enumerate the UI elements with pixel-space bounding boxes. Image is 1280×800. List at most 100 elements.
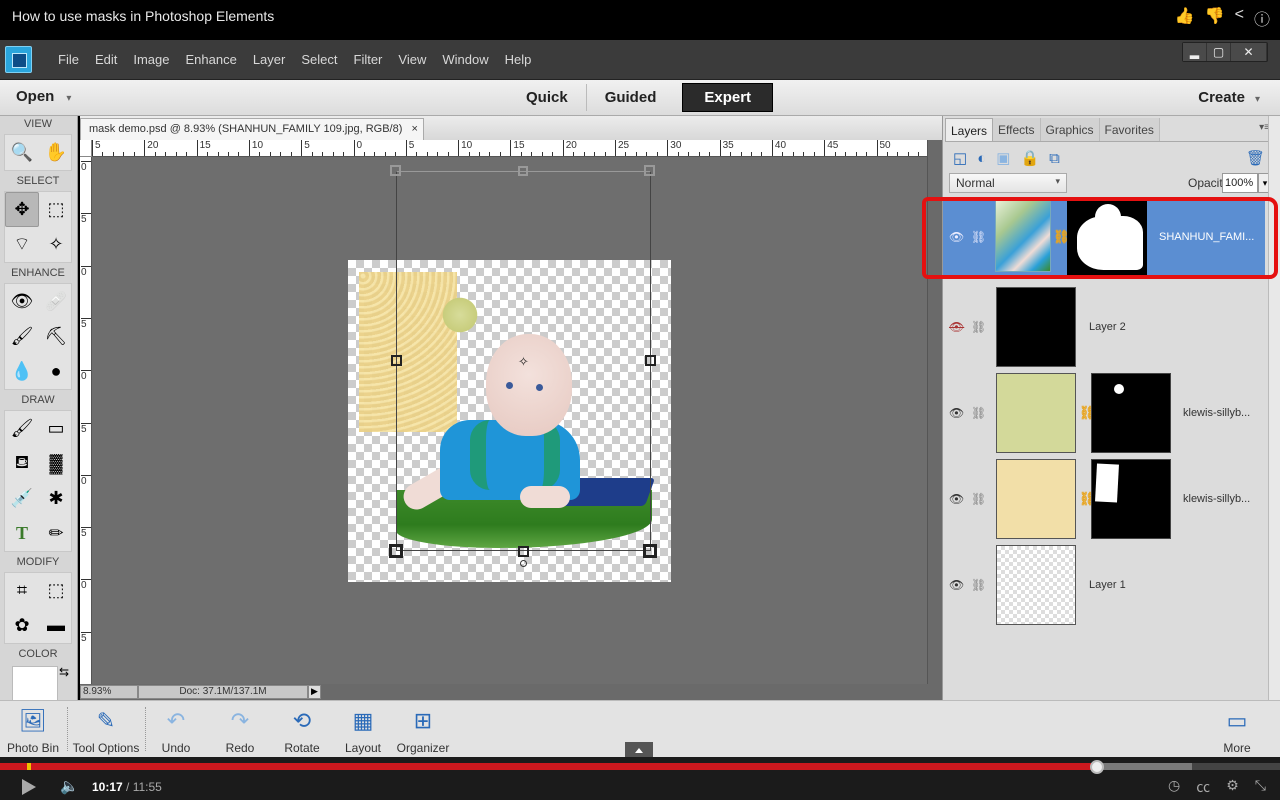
visibility-eye-icon[interactable]: 👁 — [949, 492, 964, 506]
quick-selection-tool-icon[interactable]: ✧ — [39, 227, 73, 262]
layer-mask-thumbnail[interactable] — [1091, 373, 1171, 453]
delete-layer-icon[interactable]: 🗑 — [1246, 149, 1265, 167]
menu-image[interactable]: Image — [125, 52, 177, 67]
menu-file[interactable]: File — [50, 52, 87, 67]
photo-bin-button[interactable]: 🖼 Photo Bin — [4, 707, 62, 755]
like-icon[interactable]: 👍 — [1175, 6, 1195, 30]
pencil-tool-icon[interactable]: ✏ — [39, 516, 73, 551]
adjustment-layer-icon[interactable]: ◐ — [977, 150, 986, 167]
marquee-tool-icon[interactable]: ⬚ — [39, 192, 73, 227]
add-mask-icon[interactable]: ▣ — [996, 149, 1010, 167]
mode-quick[interactable]: Quick — [508, 84, 586, 111]
tool-options-button[interactable]: ✎ Tool Options — [70, 707, 142, 755]
hand-tool-icon[interactable]: ✋ — [39, 135, 73, 170]
type-tool-icon[interactable]: T — [5, 516, 39, 551]
layer-row[interactable]: 👁 ⛓ ⛓ klewis-sillyb... — [943, 456, 1265, 542]
maximize-button[interactable]: ▢ — [1207, 43, 1231, 61]
transform-handle[interactable] — [645, 355, 656, 366]
clone-stamp-icon[interactable]: ⛏ — [39, 319, 73, 354]
info-icon[interactable]: ⓘ — [1254, 6, 1270, 30]
create-button[interactable]: Create ▾ — [1198, 89, 1260, 106]
transform-handle[interactable] — [518, 546, 529, 557]
paint-bucket-icon[interactable]: ⛾ — [5, 446, 39, 481]
document-tab[interactable]: mask demo.psd @ 8.93% (SHANHUN_FAMILY 10… — [80, 118, 424, 140]
layer-row[interactable]: 👁 ⛓ Layer 2 — [943, 284, 1265, 370]
lock-all-icon[interactable]: 🔒 — [1020, 149, 1039, 167]
transform-handle[interactable] — [643, 544, 657, 558]
move-tool-icon[interactable]: ✥ — [5, 192, 39, 227]
color-swatch[interactable]: ⇆ — [12, 665, 69, 702]
eraser-tool-icon[interactable]: ▭ — [39, 411, 73, 446]
menu-layer[interactable]: Layer — [245, 52, 294, 67]
link-layer-icon[interactable]: ⛓ — [971, 492, 986, 506]
menu-help[interactable]: Help — [497, 52, 540, 67]
smart-brush-icon[interactable]: 🖌 — [5, 319, 39, 354]
reference-point-icon[interactable]: ✧ — [518, 354, 529, 370]
volume-icon[interactable]: 🔈 — [60, 777, 79, 795]
tab-graphics[interactable]: Graphics — [1040, 118, 1100, 141]
minimize-button[interactable]: ▂ — [1183, 43, 1207, 61]
gradient-tool-icon[interactable]: ▓ — [39, 446, 73, 481]
blur-tool-icon[interactable]: 💧 — [5, 354, 39, 389]
settings-gear-icon[interactable]: ⚙ — [1226, 777, 1239, 797]
layout-button[interactable]: ▦ Layout — [342, 707, 384, 755]
captions-icon[interactable]: ㏄ — [1196, 777, 1210, 797]
straighten-tool-icon[interactable]: ▬ — [39, 608, 73, 643]
organizer-button[interactable]: ⊞ Organizer — [396, 707, 450, 755]
rotate-handle-icon[interactable] — [520, 560, 527, 567]
menu-enhance[interactable]: Enhance — [178, 52, 245, 67]
transform-handle[interactable] — [389, 544, 403, 558]
custom-shape-icon[interactable]: ✱ — [39, 481, 73, 516]
tab-effects[interactable]: Effects — [993, 118, 1041, 141]
lock-transparency-icon[interactable]: ⧉ — [1049, 150, 1060, 167]
menu-filter[interactable]: Filter — [346, 52, 391, 67]
eyedropper-icon[interactable]: 💉 — [5, 481, 39, 516]
menu-view[interactable]: View — [390, 52, 434, 67]
layer-row[interactable]: 👁 ⛓ ⛓ klewis-sillyb... — [943, 370, 1265, 456]
tab-favorites[interactable]: Favorites — [1099, 118, 1160, 141]
new-layer-icon[interactable]: ◱ — [953, 149, 967, 167]
brush-tool-icon[interactable]: 🖌 — [5, 411, 39, 446]
tab-layers[interactable]: Layers — [945, 118, 994, 141]
zoom-level-field[interactable]: 8.93% — [80, 685, 138, 699]
menu-window[interactable]: Window — [434, 52, 496, 67]
sponge-tool-icon[interactable]: ● — [39, 354, 73, 389]
play-icon[interactable] — [22, 779, 36, 795]
mode-expert[interactable]: Expert — [682, 83, 774, 112]
transform-handle[interactable] — [390, 165, 401, 176]
blend-mode-select[interactable]: Normal ▾ — [949, 173, 1067, 193]
link-layer-icon[interactable]: ⛓ — [971, 320, 986, 334]
watch-later-icon[interactable]: ◷ — [1168, 777, 1180, 797]
lasso-tool-icon[interactable]: ⌔ — [5, 227, 39, 262]
opacity-input[interactable]: 100% — [1222, 173, 1258, 193]
cookie-cutter-icon[interactable]: ✿ — [5, 608, 39, 643]
redo-button[interactable]: ↷ Redo — [220, 707, 260, 755]
menu-edit[interactable]: Edit — [87, 52, 125, 67]
transform-handle[interactable] — [644, 165, 655, 176]
link-layer-icon[interactable]: ⛓ — [971, 578, 986, 592]
scrubber-handle[interactable] — [1089, 760, 1104, 774]
red-eye-tool-icon[interactable]: 👁 — [5, 284, 39, 319]
visibility-eye-icon[interactable]: 👁 — [949, 578, 964, 592]
close-tab-icon[interactable]: × — [411, 123, 417, 135]
expand-bin-button[interactable] — [625, 742, 653, 757]
layer-row[interactable]: 👁 ⛓ Layer 1 — [943, 542, 1265, 628]
menu-select[interactable]: Select — [293, 52, 345, 67]
recompose-tool-icon[interactable]: ⬚ — [39, 573, 73, 608]
exit-fullscreen-icon[interactable]: ⤡ — [1255, 777, 1266, 797]
status-menu-arrow[interactable]: ▶ — [308, 685, 321, 699]
zoom-tool-icon[interactable]: 🔍 — [5, 135, 39, 170]
rotate-button[interactable]: ⟲ Rotate — [280, 707, 324, 755]
mode-guided[interactable]: Guided — [585, 84, 675, 111]
visibility-hidden-icon[interactable]: 👁 — [949, 320, 964, 334]
dislike-icon[interactable]: 👎 — [1205, 6, 1225, 30]
close-button[interactable]: ✕ — [1231, 43, 1267, 61]
healing-brush-icon[interactable]: 🩹 — [39, 284, 73, 319]
open-button[interactable]: Open ▾ — [16, 88, 71, 105]
crop-tool-icon[interactable]: ⌗ — [5, 573, 39, 608]
transform-handle[interactable] — [518, 166, 528, 176]
link-layer-icon[interactable]: ⛓ — [971, 406, 986, 420]
share-icon[interactable]: < — [1235, 6, 1244, 30]
video-progress-bar[interactable] — [0, 760, 1280, 774]
visibility-eye-icon[interactable]: 👁 — [949, 406, 964, 420]
